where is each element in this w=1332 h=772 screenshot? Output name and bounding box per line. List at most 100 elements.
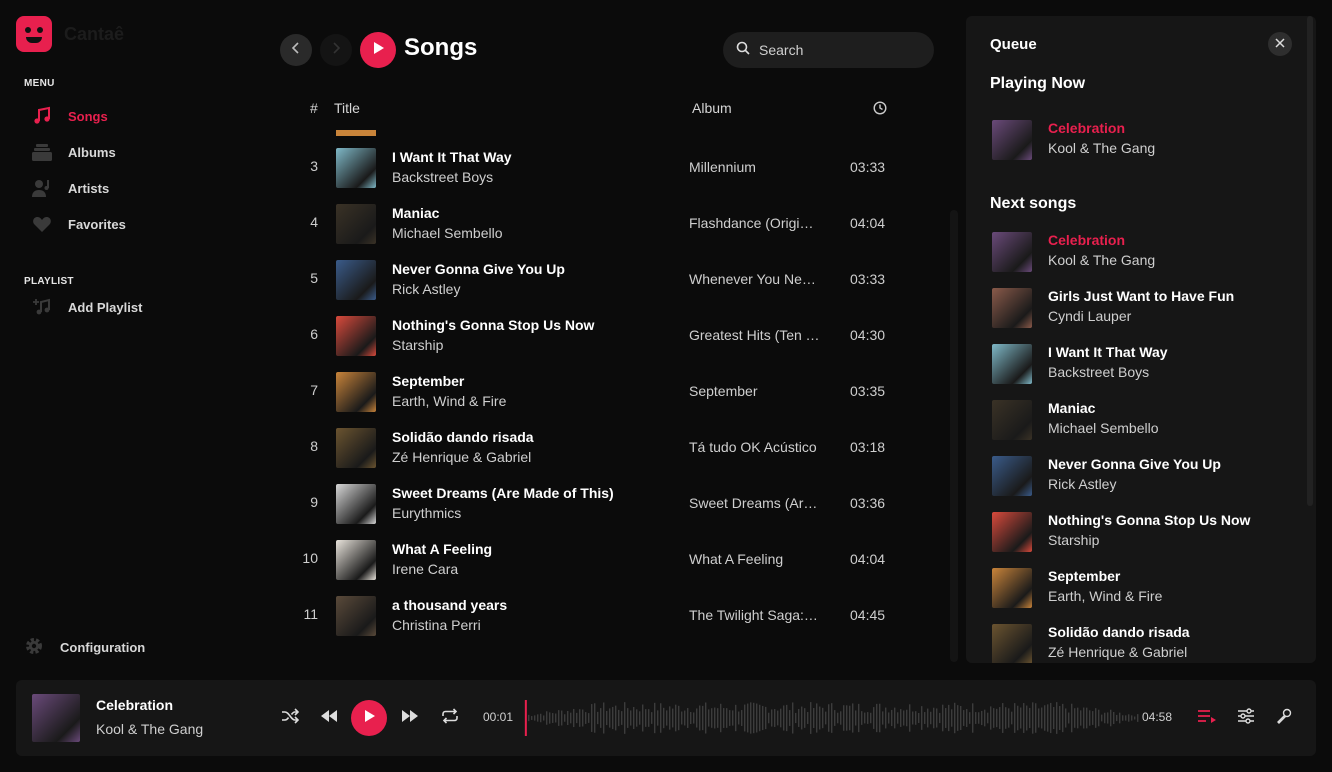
song-artist[interactable]: Irene Cara <box>392 561 458 577</box>
waveform-bar <box>1113 711 1115 725</box>
song-album[interactable]: Greatest Hits (Ten Years and Change) <box>689 327 821 343</box>
waveform-bar <box>840 711 842 725</box>
song-album[interactable]: September <box>689 383 821 399</box>
sliders-icon <box>1237 707 1255 729</box>
waveform-bar <box>645 709 647 727</box>
configuration-button[interactable]: Configuration <box>24 636 145 659</box>
music-note-icon <box>32 106 52 126</box>
song-artist[interactable]: Rick Astley <box>392 281 460 297</box>
now-playing-art[interactable] <box>32 694 80 742</box>
microphone-button[interactable] <box>1272 706 1296 730</box>
waveform-bar <box>1104 712 1106 724</box>
song-album[interactable]: Flashdance (Original Soundtrack) <box>689 215 821 231</box>
song-artist[interactable]: Earth, Wind & Fire <box>392 393 506 409</box>
close-queue-button[interactable] <box>1268 32 1292 56</box>
forward-button[interactable] <box>320 34 352 66</box>
play-pause-button[interactable] <box>351 700 387 736</box>
shuffle-button[interactable] <box>278 706 302 730</box>
table-row[interactable]: 9 Sweet Dreams (Are Made of This) Eurythmi… <box>290 476 910 532</box>
song-album[interactable]: Tá tudo OK Acústico <box>689 439 821 455</box>
table-row[interactable]: 10 What A Feeling Irene Cara What A Feeling… <box>290 532 910 588</box>
playlist-section-title: PLAYLIST <box>24 276 74 287</box>
queue-item[interactable]: Maniac Michael Sembello <box>992 396 1292 444</box>
sidebar-item-favorites[interactable]: Favorites <box>32 214 126 234</box>
queue-item[interactable]: Never Gonna Give You Up Rick Astley <box>992 452 1292 500</box>
equalizer-button[interactable] <box>1234 706 1258 730</box>
song-artist[interactable]: Zé Henrique & Gabriel <box>392 449 531 465</box>
app-logo[interactable]: Cantaê <box>16 16 124 52</box>
song-album[interactable]: What A Feeling <box>689 551 821 567</box>
waveform-bar <box>1008 708 1010 728</box>
repeat-button[interactable] <box>438 706 462 730</box>
play-all-button[interactable] <box>360 32 396 68</box>
song-artist[interactable]: Christina Perri <box>392 617 481 633</box>
table-row[interactable]: 5 Never Gonna Give You Up Rick Astley Whene… <box>290 252 910 308</box>
table-row[interactable]: 4 Maniac Michael Sembello Flashdance (Origi… <box>290 196 910 252</box>
queue-item[interactable]: Solidão dando risada Zé Henrique & Gabrie… <box>992 620 1292 663</box>
song-artist[interactable]: Michael Sembello <box>392 225 503 241</box>
back-button[interactable] <box>280 34 312 66</box>
search-box[interactable] <box>723 32 934 68</box>
queue-item[interactable]: Celebration Kool & The Gang <box>992 228 1292 276</box>
waveform-bar <box>921 706 923 730</box>
album-art <box>992 400 1032 440</box>
song-artist[interactable]: Starship <box>392 337 443 353</box>
sidebar-item-songs[interactable]: Songs <box>32 106 108 126</box>
song-album[interactable]: The Twilight Saga: Breaking Dawn <box>689 607 821 623</box>
albums-icon <box>32 142 52 162</box>
queue-item[interactable]: Girls Just Want to Have Fun Cyndi Lauper <box>992 284 1292 332</box>
song-album[interactable]: Sweet Dreams (Are Made of This) <box>689 495 821 511</box>
song-artist[interactable]: Eurythmics <box>392 505 461 521</box>
waveform-seekbar[interactable] <box>524 698 1140 738</box>
queue-item[interactable]: I Want It That Way Backstreet Boys <box>992 340 1292 388</box>
clock-icon[interactable] <box>873 101 887 118</box>
song-title: a thousand years <box>392 597 508 613</box>
waveform-bar <box>759 704 761 732</box>
queue-item[interactable]: Nothing's Gonna Stop Us Now Starship <box>992 508 1292 556</box>
song-album[interactable]: Whenever You Need Somebody <box>689 271 821 287</box>
waveform-bar <box>588 713 590 723</box>
previous-button[interactable] <box>317 706 341 730</box>
shuffle-icon <box>281 707 300 730</box>
song-list-scrollbar[interactable] <box>950 210 958 662</box>
waveform-bar <box>957 705 959 731</box>
song-artist[interactable]: Backstreet Boys <box>392 169 493 185</box>
sidebar-item-artists[interactable]: Artists <box>32 178 109 198</box>
waveform-bar <box>771 709 773 727</box>
queue-scrollbar[interactable] <box>1307 16 1313 506</box>
heart-icon <box>32 214 52 234</box>
sidebar-item-albums[interactable]: Albums <box>32 142 116 162</box>
search-input[interactable] <box>759 42 919 58</box>
now-playing-title[interactable]: Celebration <box>96 697 173 713</box>
next-button[interactable] <box>398 706 422 730</box>
waveform-bar <box>924 712 926 724</box>
waveform-bar <box>774 709 776 727</box>
table-row[interactable]: 11 a thousand years Christina Perri The Twi… <box>290 588 910 644</box>
waveform-bar <box>939 712 941 724</box>
waveform-bar <box>531 716 533 720</box>
waveform-bar <box>819 706 821 730</box>
queue-toggle-button[interactable] <box>1195 706 1219 730</box>
table-row[interactable]: 3 I Want It That Way Backstreet Boys Millen… <box>290 140 910 196</box>
queue-item[interactable]: September Earth, Wind & Fire <box>992 564 1292 612</box>
table-row[interactable]: 7 September Earth, Wind & Fire September 03:… <box>290 364 910 420</box>
artist-icon <box>32 178 52 198</box>
column-header-album[interactable]: Album <box>692 100 732 116</box>
track-number: 10 <box>302 550 318 566</box>
song-title: What A Feeling <box>392 541 493 557</box>
column-header-title[interactable]: Title <box>334 100 360 116</box>
waveform-bar <box>948 704 950 732</box>
now-playing-artist[interactable]: Kool & The Gang <box>96 721 203 737</box>
add-playlist-button[interactable]: Add Playlist <box>32 297 142 317</box>
album-art <box>336 428 376 468</box>
waveform-bar <box>690 712 692 724</box>
waveform-bar <box>603 702 605 734</box>
table-row[interactable]: 8 Solidão dando risada Zé Henrique & Gabri… <box>290 420 910 476</box>
queue-playing-item[interactable]: Celebration Kool & The Gang <box>992 116 1292 164</box>
table-row[interactable]: 6 Nothing's Gonna Stop Us Now Starship Grea… <box>290 308 910 364</box>
queue-item-artist: Zé Henrique & Gabriel <box>1048 644 1188 660</box>
queue-item-artist: Kool & The Gang <box>1048 140 1156 156</box>
song-album[interactable]: Millennium <box>689 159 821 175</box>
queue-item-title: Celebration <box>1048 232 1126 248</box>
waveform-bar <box>612 706 614 730</box>
